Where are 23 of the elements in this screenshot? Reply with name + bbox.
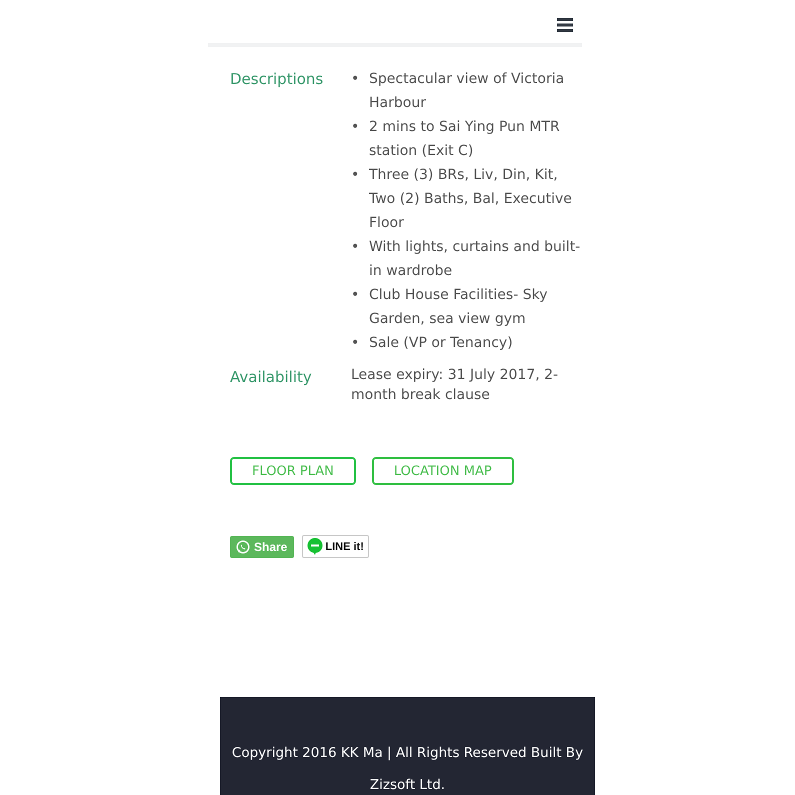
field-label: Availability xyxy=(230,367,313,388)
description-item: With lights, curtains and built-in wardrobe xyxy=(369,238,582,281)
description-item: Club House Facilities- Sky Garden, sea view gym xyxy=(369,286,548,329)
bullet: • xyxy=(351,118,360,137)
field-label: Descriptions xyxy=(230,69,324,90)
description-item: Three (3) BRs, Liv, Din, Kit, Two (2) Baths, Bal, Executive Floor xyxy=(369,166,573,233)
bullet: • xyxy=(351,70,360,89)
description-item: Sale (VP or Tenancy) xyxy=(369,334,514,353)
menu-icon[interactable] xyxy=(557,18,573,32)
bullet: • xyxy=(351,334,360,353)
field-value: Lease expiry: 31 July 2017, 2-month break clause xyxy=(351,366,560,405)
bullet: • xyxy=(351,286,360,305)
bullet: • xyxy=(351,238,360,257)
description-item: 2 mins to Sai Ying Pun MTR station (Exit C) xyxy=(369,118,561,161)
phone-bubble-icon xyxy=(236,540,250,554)
bullet: • xyxy=(351,166,360,185)
location-map-button[interactable]: LOCATION MAP xyxy=(372,457,514,485)
whatsapp-share-button[interactable]: Share xyxy=(230,536,294,558)
floor-plan-button[interactable]: FLOOR PLAN xyxy=(230,457,356,485)
line-share-button[interactable]: LINE it! xyxy=(302,535,369,558)
copyright-text: Copyright 2016 KK Ma | All Rights Reserved Built By Zizsoft Ltd. xyxy=(230,744,584,795)
description-item: Spectacular view of Victoria Harbour xyxy=(369,70,566,113)
speech-bubble-icon xyxy=(307,538,324,555)
